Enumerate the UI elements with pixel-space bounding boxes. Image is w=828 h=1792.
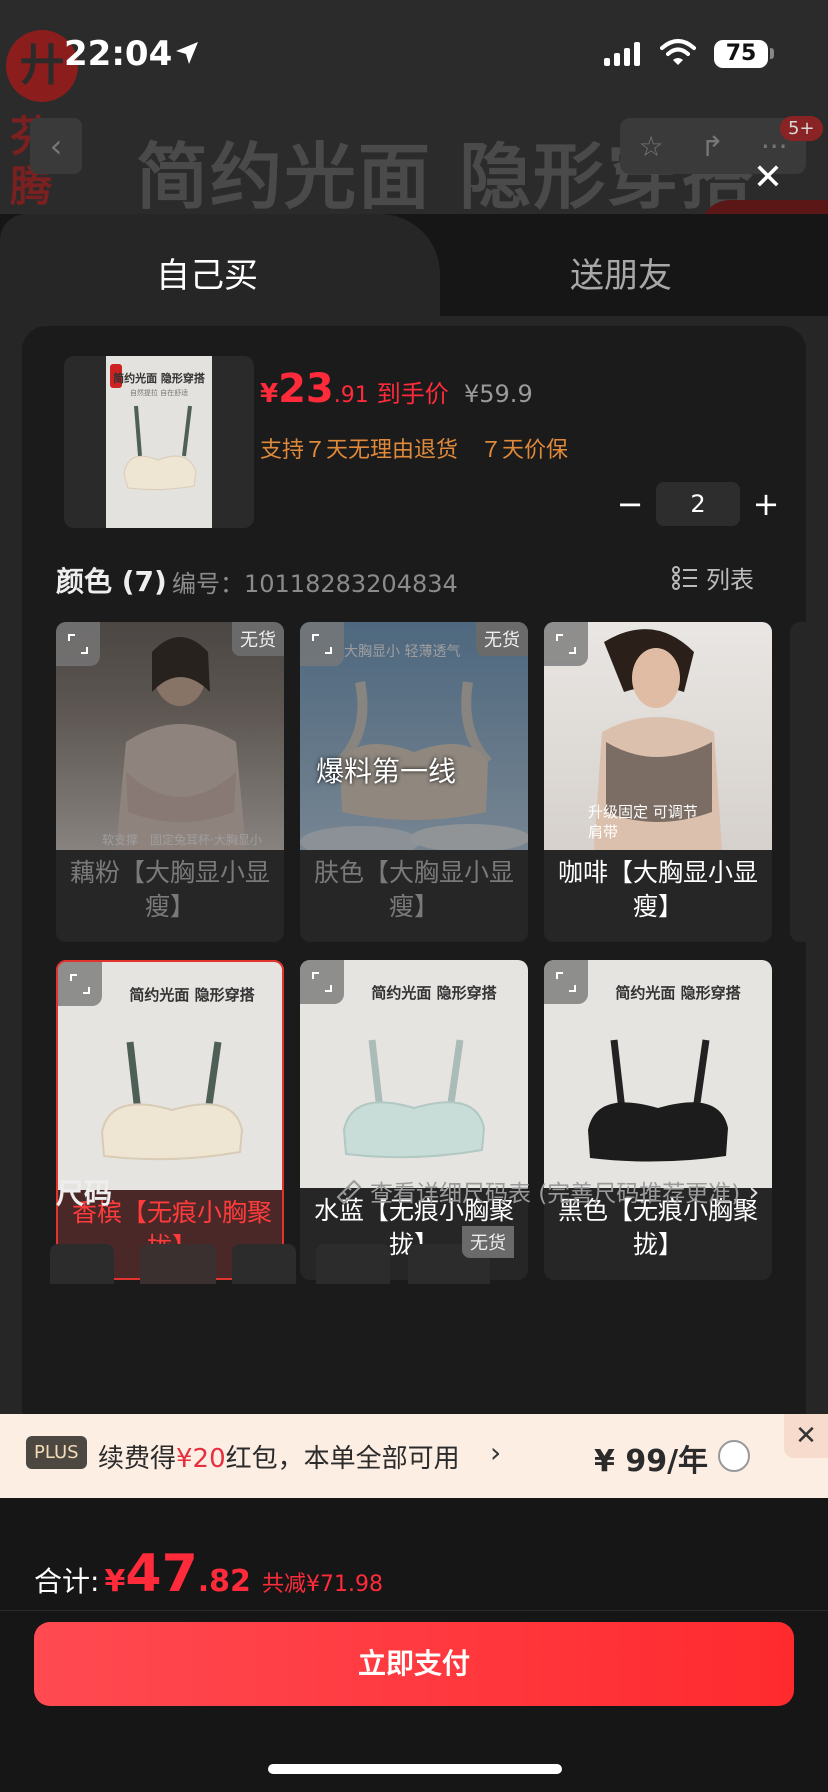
cellular-signal-icon: [604, 42, 640, 66]
size-option[interactable]: [50, 1244, 114, 1284]
size-out-of-stock-badge: 无货: [462, 1226, 514, 1258]
size-section-title: 尺码: [56, 1177, 113, 1210]
plus-text-after: 红包，本单全部可用: [225, 1444, 460, 1474]
price-integer: 23: [278, 366, 334, 412]
plus-promo-text: 续费得¥20红包，本单全部可用: [98, 1438, 460, 1475]
tab-self[interactable]: 自己买: [0, 248, 414, 297]
list-view-toggle[interactable]: 列表: [672, 560, 754, 595]
expand-icon[interactable]: [300, 960, 344, 1004]
variant-label: 咖啡【大胸显小显瘦】: [557, 858, 758, 921]
order-total: 合计: ¥47.82 共减¥71.98: [34, 1544, 383, 1604]
purchase-sheet: 简约光面 隐形穿搭 自然提拉 自在舒适 ¥23.91 到手价 ¥59.9 支持７天…: [0, 316, 828, 1426]
close-icon[interactable]: ✕: [748, 158, 788, 198]
share-icon: ↱: [700, 129, 724, 163]
pay-now-button[interactable]: 立即支付: [34, 1622, 794, 1706]
back-button: ‹: [30, 118, 82, 174]
variant-card-peek: [790, 622, 806, 942]
expand-icon[interactable]: [56, 622, 100, 666]
footer-divider: [0, 1610, 828, 1611]
out-of-stock-badge: 无货: [476, 622, 528, 656]
location-arrow-icon: [176, 42, 198, 64]
quantity-minus-button[interactable]: −: [610, 485, 650, 523]
variant-label: 藕粉【大胸显小显瘦】: [69, 858, 270, 921]
product-thumbnail[interactable]: 简约光面 隐形穿搭 自然提拉 自在舒适: [64, 356, 254, 528]
price-currency: ¥: [260, 379, 279, 409]
guarantee-text: 支持７天无理由退货 ７天价保: [260, 438, 569, 463]
purchase-tabs: 自己买 送朋友: [0, 214, 828, 316]
overlay-watermark-text: 爆料第一线: [316, 755, 457, 788]
status-bar: 22:04 75: [0, 28, 828, 78]
message-badge: 5+: [780, 116, 823, 141]
color-variant-card[interactable]: 无货 软支撑 固定兔耳杯·大胸显小 藕粉【大胸显小显瘦】: [56, 622, 284, 942]
quantity-value[interactable]: 2: [656, 482, 740, 526]
original-price: ¥59.9: [464, 380, 533, 408]
price-decimal: .91: [333, 383, 369, 408]
home-indicator: [268, 1764, 562, 1774]
product-code: 编号：10118283204834: [172, 570, 458, 598]
battery-level: 75: [714, 40, 768, 68]
chevron-right-icon: ›: [490, 1436, 502, 1469]
quantity-plus-button[interactable]: +: [746, 485, 786, 523]
variant-image-caption: 软支撑 固定兔耳杯·大胸显小: [102, 833, 262, 847]
variant-image-caption: 升级固定 可调节肩带: [588, 803, 698, 841]
total-label: 合计:: [34, 1565, 100, 1598]
total-decimal: .82: [197, 1564, 251, 1599]
expand-icon[interactable]: [544, 622, 588, 666]
tab-friend[interactable]: 送朋友: [414, 248, 828, 297]
color-variant-card[interactable]: 升级固定 可调节肩带 咖啡【大胸显小显瘦】: [544, 622, 772, 942]
current-price: ¥23.91 到手价: [260, 366, 449, 412]
plus-price: ¥ 99/年: [594, 1444, 709, 1479]
list-icon: [672, 565, 697, 590]
size-chart-link-label: 查看详细尺码表 (完善尺码推荐更准): [370, 1181, 741, 1207]
product-thumbnail-image: 简约光面 隐形穿搭 自然提拉 自在舒适: [106, 356, 212, 528]
size-option[interactable]: [316, 1244, 390, 1284]
out-of-stock-badge: 无货: [232, 622, 284, 656]
color-variant-card[interactable]: 简约光面 隐形穿搭 黑色【无痕小胸聚拢】: [544, 960, 772, 1280]
status-time: 22:04: [64, 34, 173, 74]
total-integer: 47: [125, 1544, 198, 1604]
plus-close-icon[interactable]: ✕: [784, 1414, 828, 1458]
total-savings: 共减¥71.98: [262, 1572, 384, 1597]
color-variant-card[interactable]: 简约光面 隐形穿搭 香槟【无痕小胸聚拢】: [56, 960, 284, 1280]
plus-text-amount: ¥20: [176, 1444, 226, 1474]
variant-image-caption: 大胸显小 轻薄透气: [344, 644, 461, 660]
expand-icon[interactable]: [58, 962, 102, 1006]
expand-icon[interactable]: [544, 960, 588, 1004]
plus-membership-bar[interactable]: PLUS 续费得¥20红包，本单全部可用 › ¥ 99/年 ✕: [0, 1414, 828, 1498]
battery-tip: [770, 48, 774, 59]
wifi-icon: [660, 39, 696, 65]
plus-select-radio[interactable]: [718, 1440, 750, 1472]
size-option[interactable]: [140, 1244, 216, 1284]
star-icon: ☆: [638, 129, 664, 163]
color-section-title: 颜色 (7): [56, 565, 167, 598]
price-tag: 到手价: [376, 380, 449, 408]
chevron-right-icon: ›: [748, 1174, 760, 1208]
plus-badge: PLUS: [26, 1436, 87, 1469]
list-view-label: 列表: [706, 566, 754, 594]
total-currency: ¥: [104, 1564, 126, 1599]
size-option[interactable]: [232, 1244, 296, 1284]
plus-text-before: 续费得: [98, 1444, 177, 1474]
sku-card: 简约光面 隐形穿搭 自然提拉 自在舒适 ¥23.91 到手价 ¥59.9 支持７天…: [22, 326, 806, 1426]
bra-illustration: [123, 405, 197, 491]
size-chart-link[interactable]: 查看详细尺码表 (完善尺码推荐更准) ›: [334, 1174, 759, 1208]
expand-icon[interactable]: [300, 622, 344, 666]
ruler-icon: [336, 1179, 362, 1205]
variant-label: 肤色【大胸显小显瘦】: [313, 858, 514, 921]
checkout-footer: 合计: ¥47.82 共减¥71.98 立即支付: [0, 1498, 828, 1792]
quantity-stepper: − 2 +: [610, 482, 786, 526]
